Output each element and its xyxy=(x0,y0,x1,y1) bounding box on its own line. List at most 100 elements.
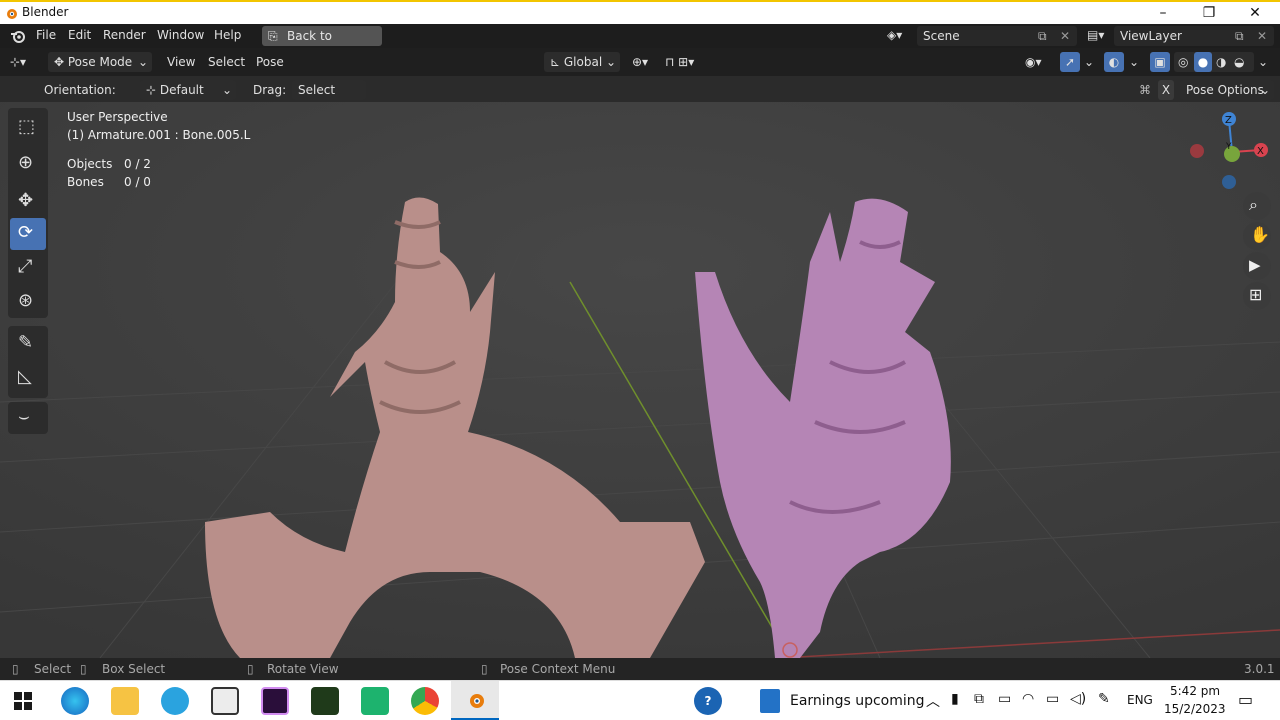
viewlayer-selector[interactable]: ViewLayer ⧉ ✕ xyxy=(1114,26,1274,46)
scene-selector[interactable]: Scene ⧉ ✕ xyxy=(917,26,1077,46)
scale-icon: ⤢ xyxy=(18,256,33,277)
chevron-down-icon[interactable]: ⌄ xyxy=(1084,52,1094,72)
clock-date[interactable]: 15/2/2023 xyxy=(1164,702,1226,716)
language-indicator[interactable]: ENG xyxy=(1127,693,1153,707)
editor-type-icon[interactable]: ⊹▾ xyxy=(10,52,26,72)
blender-logo-icon xyxy=(7,9,17,19)
chrome-browser-icon[interactable] xyxy=(411,687,439,715)
pose-breakdown-tool[interactable]: ⌣ xyxy=(10,402,46,434)
gizmo-toggle-icon[interactable]: ➚ xyxy=(1060,52,1080,72)
davinci-icon[interactable] xyxy=(311,687,339,715)
drag-selector[interactable]: Select Box⌄ xyxy=(292,80,366,117)
viewport-scene xyxy=(0,102,1280,658)
close-button[interactable]: ✕ xyxy=(1232,2,1278,24)
zoom-icon: ⌕ xyxy=(1249,195,1258,214)
rendered-shading-icon[interactable]: ◒ xyxy=(1234,52,1244,72)
solid-shading-icon[interactable]: ● xyxy=(1194,52,1212,72)
scene-icon[interactable]: ◈▾ xyxy=(887,28,902,42)
status-bar: ▯ Select ▯ Box Select ▯ Rotate View ▯ Po… xyxy=(0,658,1280,680)
chevron-down-icon[interactable]: ⌄ xyxy=(1129,52,1139,72)
menu-window[interactable]: Window xyxy=(157,28,204,42)
rotate-tool[interactable]: ⟳ xyxy=(10,218,46,250)
back-to-previous-button[interactable]: ⎘ Back to Previous xyxy=(262,26,382,63)
viewport-header: ⊹▾ ✥ Pose Mode ⌄ View Select Pose ⊾ Globa… xyxy=(0,48,1280,76)
new-viewlayer-icon[interactable]: ⧉ xyxy=(1235,26,1244,46)
wifi-icon[interactable]: ◠ xyxy=(1022,691,1034,707)
chevron-down-icon: ⌄ xyxy=(137,55,148,69)
status-select: Select xyxy=(34,662,72,676)
back-icon: ⎘ xyxy=(268,29,278,43)
mode-selector[interactable]: ✥ Pose Mode ⌄ xyxy=(48,52,152,72)
cursor-tool[interactable]: ⊕ xyxy=(10,148,46,180)
bones-stat-value: 0 / 0 xyxy=(124,175,151,189)
pan-view-button[interactable]: ✋ xyxy=(1243,222,1271,250)
visibility-icon[interactable]: ◉▾ xyxy=(1025,52,1042,72)
gizmo-y-label: Y xyxy=(1225,142,1232,152)
premiere-pro-icon[interactable] xyxy=(261,687,289,715)
select-box-tool[interactable]: ⬚ xyxy=(10,112,46,144)
windows-start-icon[interactable] xyxy=(14,692,32,710)
3d-viewport[interactable]: ⬚ ⊕ ✥ ⟳ ⤢ ⊛ ✎ ◺ ⌣ User Perspective (1) A… xyxy=(0,102,1280,658)
status-rotate-view: Rotate View xyxy=(267,662,339,676)
clock-time[interactable]: 5:42 pm xyxy=(1170,684,1220,698)
pose-options-label: Pose Options xyxy=(1186,83,1264,97)
camera-icon: ▶ xyxy=(1249,256,1261,274)
remove-scene-icon[interactable]: ✕ xyxy=(1060,26,1070,46)
news-widget-icon[interactable] xyxy=(760,689,780,713)
camera-view-button[interactable]: ▶ xyxy=(1243,252,1271,280)
chevron-up-icon[interactable]: ︿ xyxy=(926,691,940,711)
menu-help[interactable]: Help xyxy=(214,28,241,42)
edge-browser-icon[interactable] xyxy=(61,687,89,715)
messaging-app-icon[interactable] xyxy=(361,687,389,715)
zoom-view-button[interactable]: ⌕ xyxy=(1243,192,1271,220)
menu-edit[interactable]: Edit xyxy=(68,28,91,42)
volume-icon[interactable]: ◁) xyxy=(1070,691,1086,707)
help-icon[interactable]: ? xyxy=(694,687,722,715)
battery-icon[interactable]: ▭ xyxy=(1046,691,1059,707)
transform-orientation-selector[interactable]: ⊾ Global ⌄ xyxy=(544,52,620,72)
menu-pose[interactable]: Pose xyxy=(256,52,284,72)
screen-icon[interactable]: ▭ xyxy=(998,691,1011,707)
news-notification[interactable]: Earnings upcoming xyxy=(790,693,925,709)
new-scene-icon[interactable]: ⧉ xyxy=(1038,26,1047,46)
blender-taskbar-button[interactable] xyxy=(451,681,499,720)
select-box-icon: ⬚ xyxy=(18,116,36,137)
drag-label: Drag: xyxy=(253,83,287,97)
chevron-down-icon: ⌄ xyxy=(605,55,616,69)
measure-tool[interactable]: ◺ xyxy=(10,362,46,394)
unity-icon[interactable] xyxy=(211,687,239,715)
menu-view[interactable]: View xyxy=(167,52,195,72)
usb-icon[interactable]: ▮ xyxy=(951,691,959,707)
maximize-button[interactable]: ❐ xyxy=(1186,2,1232,24)
menu-file[interactable]: File xyxy=(36,28,56,42)
wireframe-shading-icon[interactable]: ◎ xyxy=(1178,52,1188,72)
pivot-point-icon[interactable]: ⊕▾ xyxy=(632,52,648,72)
menu-select[interactable]: Select xyxy=(208,52,245,72)
meet-icon[interactable]: ⧉ xyxy=(974,691,984,707)
tool-orientation-selector[interactable]: ⊹ Default ⌄ xyxy=(140,80,236,100)
material-shading-icon[interactable]: ◑ xyxy=(1216,52,1226,72)
mirror-x-toggle[interactable]: X xyxy=(1158,80,1174,100)
viewlayer-icon[interactable]: ▤▾ xyxy=(1087,28,1104,42)
menu-render[interactable]: Render xyxy=(103,28,146,42)
notifications-icon[interactable]: ▭ xyxy=(1238,690,1253,709)
file-explorer-icon[interactable] xyxy=(111,687,139,715)
navigation-gizmo[interactable]: Z X Y xyxy=(1185,108,1270,198)
telegram-icon[interactable] xyxy=(161,687,189,715)
blender-menu-icon[interactable] xyxy=(10,29,26,43)
chevron-down-icon[interactable]: ⌄ xyxy=(1258,52,1268,72)
overlay-toggle-icon[interactable]: ◐ xyxy=(1104,52,1124,72)
grid-perspective-icon: ⊞ xyxy=(1249,285,1263,304)
pose-options-dropdown[interactable]: Pose Options ⌄ xyxy=(1180,80,1274,100)
minimize-button[interactable]: – xyxy=(1140,2,1186,24)
move-tool[interactable]: ✥ xyxy=(10,186,46,218)
xray-toggle-icon[interactable]: ▣ xyxy=(1150,52,1170,72)
mirror-icon[interactable]: ⌘ xyxy=(1139,80,1151,100)
remove-viewlayer-icon[interactable]: ✕ xyxy=(1257,26,1267,46)
scale-tool[interactable]: ⤢ xyxy=(10,252,46,284)
perspective-toggle-button[interactable]: ⊞ xyxy=(1243,282,1271,310)
snap-icon[interactable]: ⊓ ⊞▾ xyxy=(665,52,694,72)
pen-icon[interactable]: ✎ xyxy=(1098,691,1110,707)
transform-tool[interactable]: ⊛ xyxy=(10,286,46,318)
annotate-tool[interactable]: ✎ xyxy=(10,328,46,360)
